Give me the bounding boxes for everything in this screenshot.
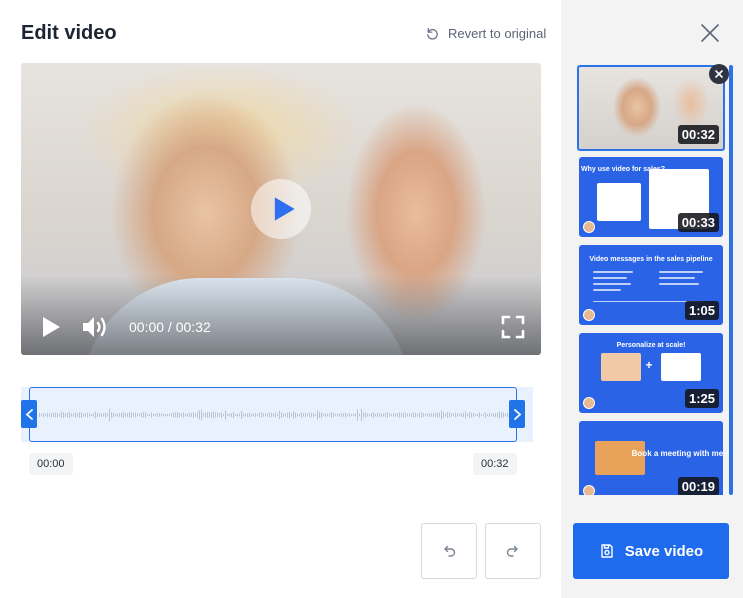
clip-duration: 00:33 — [677, 213, 719, 232]
slide-heading: Video messages in the sales pipeline — [589, 256, 713, 263]
avatar — [583, 221, 595, 233]
clip-list[interactable]: 00:32 Why use video for sales? 00:33 Vid… — [577, 65, 727, 495]
revert-icon — [427, 27, 438, 40]
clip-duration: 1:05 — [684, 301, 719, 320]
trim-end-time: 00:32 — [473, 453, 517, 475]
save-video-label: Save video — [624, 542, 704, 560]
clip-thumbnail[interactable]: Why use video for sales? 00:33 — [579, 157, 723, 237]
redo-button[interactable] — [485, 523, 541, 579]
edit-video-dialog: Edit video Revert to original 00:00 / 00… — [0, 0, 743, 598]
remove-clip-icon — [715, 70, 723, 78]
revert-label: Revert to original — [448, 26, 547, 41]
chevron-left-icon — [25, 408, 33, 420]
clip-list-scrollbar[interactable] — [729, 65, 733, 495]
play-icon[interactable] — [41, 316, 61, 338]
slide-heading: Book a meeting with me here — [631, 449, 723, 458]
chevron-right-icon — [513, 408, 521, 420]
undo-button[interactable] — [421, 523, 477, 579]
editor-panel: Edit video Revert to original 00:00 / 00… — [0, 0, 561, 598]
clip-duration: 1:25 — [684, 389, 719, 408]
audio-waveform — [39, 408, 514, 422]
save-video-button[interactable]: Save video — [573, 523, 729, 579]
clip-thumbnail[interactable]: Book a meeting with me here 00:19 — [579, 421, 723, 495]
clip-duration: 00:32 — [677, 125, 719, 144]
revert-button[interactable]: Revert to original — [425, 26, 546, 41]
trim-start-time: 00:00 — [29, 453, 73, 475]
redo-icon — [506, 545, 518, 557]
remove-clip-button[interactable] — [709, 64, 729, 84]
video-player[interactable]: 00:00 / 00:32 — [21, 63, 541, 355]
avatar — [583, 485, 595, 495]
clip-thumbnail[interactable]: 00:32 — [577, 65, 725, 151]
clip-duration: 00:19 — [677, 477, 719, 495]
trim-start-handle[interactable] — [21, 400, 37, 428]
fullscreen-icon[interactable] — [500, 314, 526, 340]
dialog-title: Edit video — [21, 22, 117, 44]
center-play-button[interactable] — [251, 179, 311, 239]
trim-timeline[interactable] — [21, 387, 533, 442]
avatar — [583, 309, 595, 321]
volume-icon[interactable] — [81, 314, 109, 340]
avatar — [583, 397, 595, 409]
trim-end-handle[interactable] — [509, 400, 525, 428]
play-icon — [274, 197, 295, 221]
save-icon — [601, 544, 613, 558]
slide-heading: Personalize at scale! — [616, 342, 686, 349]
undo-icon — [444, 545, 456, 557]
clip-thumbnail[interactable]: Personalize at scale! + 1:25 — [579, 333, 723, 413]
time-readout: 00:00 / 00:32 — [129, 319, 211, 335]
clip-thumbnail[interactable]: Video messages in the sales pipeline 1:0… — [579, 245, 723, 325]
close-icon[interactable] — [699, 22, 721, 44]
